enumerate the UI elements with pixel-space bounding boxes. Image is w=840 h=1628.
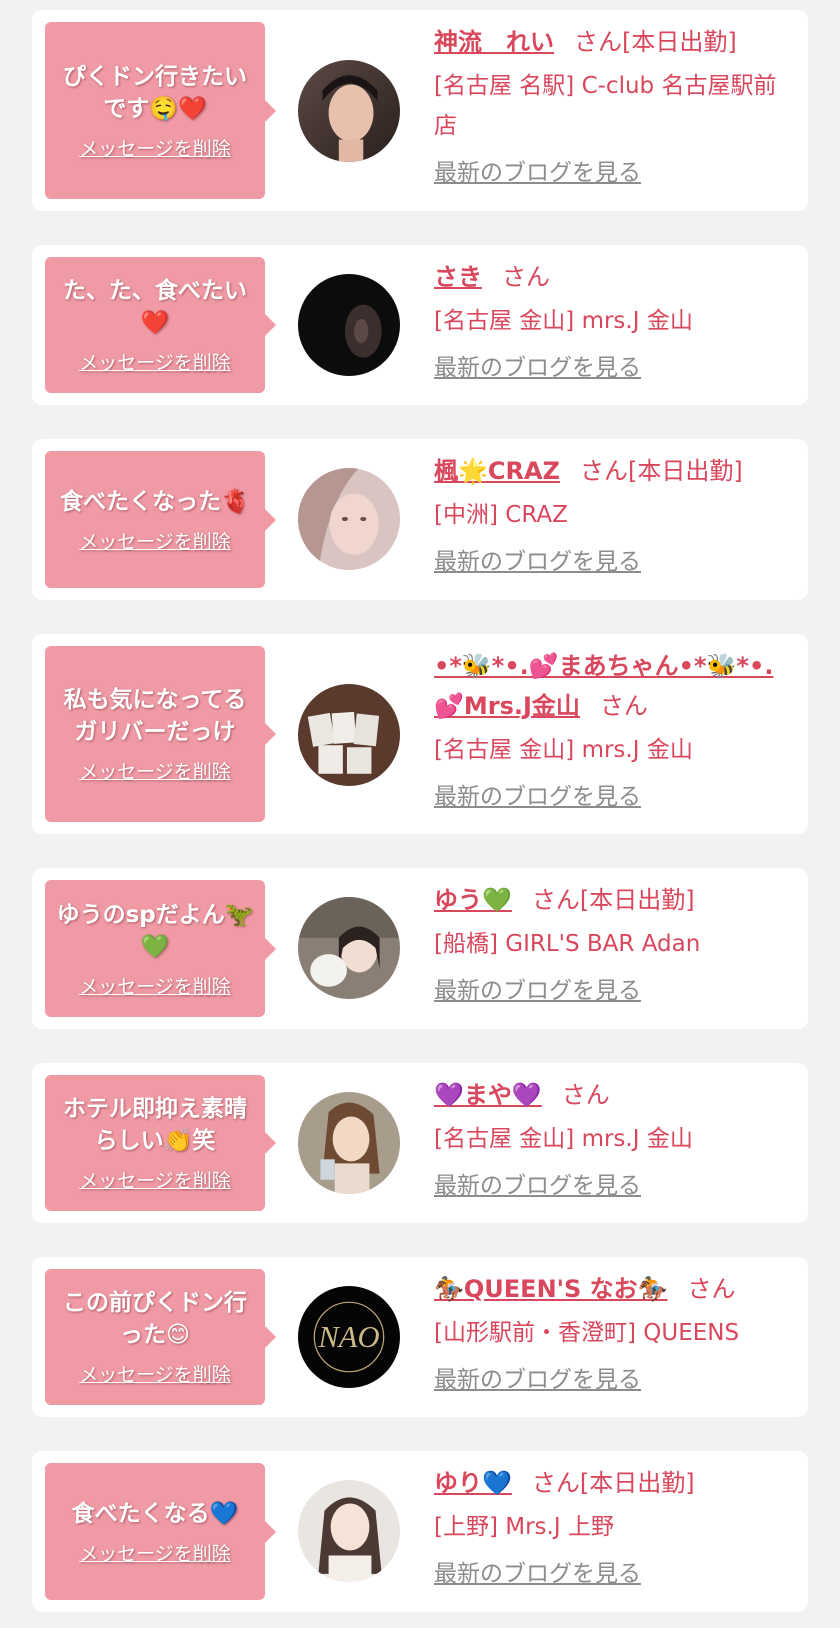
cast-name-link[interactable]: ゆり💙 — [434, 1469, 512, 1497]
message-list: ぴくドン行きたいです🤤❤️ メッセージを削除 神流 れい さん[本日出勤] [名古… — [0, 0, 840, 1628]
latest-blog-link[interactable]: 最新のブログを見る — [434, 1557, 641, 1591]
message-bubble: ホテル即抑え素晴らしい👏笑 メッセージを削除 — [45, 1075, 276, 1211]
avatar-photo — [298, 1092, 400, 1194]
message-text: この前ぴくドン行った😊 — [63, 1290, 247, 1348]
nao-logo-text: NAO — [317, 1320, 379, 1354]
cast-name-link[interactable]: さき — [434, 263, 482, 291]
message-card: ぴくドン行きたいです🤤❤️ メッセージを削除 神流 れい さん[本日出勤] [名古… — [32, 10, 808, 211]
avatar[interactable] — [298, 684, 400, 786]
avatar-photo — [298, 684, 400, 786]
avatar-photo — [298, 1480, 400, 1582]
delete-message-link[interactable]: メッセージを削除 — [79, 1169, 231, 1193]
shop-info: [中洲] CRAZ — [434, 502, 568, 528]
latest-blog-link[interactable]: 最新のブログを見る — [434, 1169, 641, 1203]
honorific: さん — [531, 1469, 580, 1497]
message-card: 食べたくなった🫀 メッセージを削除 楓🌟CRAZ さん[本日出勤] [中洲] CR… — [32, 439, 808, 600]
message-bubble: ゆうのspだよん🦖💚 メッセージを削除 — [45, 880, 276, 1017]
message-bubble: 食べたくなった🫀 メッセージを削除 — [45, 451, 276, 588]
message-bubble: ぴくドン行きたいです🤤❤️ メッセージを削除 — [45, 22, 276, 199]
message-text: 私も気になってるガリバーだっけ — [63, 687, 247, 745]
cast-info: 神流 れい さん[本日出勤] [名古屋 名駅] C-club 名古屋駅前店 最新の… — [434, 22, 788, 190]
message-card: 食べたくなる💙 メッセージを削除 ゆり💙 さん[本日出勤] [上野] Mrs.J … — [32, 1451, 808, 1612]
shop-info: [名古屋 名駅] C-club 名古屋駅前店 — [434, 73, 777, 139]
honorific: さん — [561, 1081, 610, 1109]
shop-info: [船橋] GIRL'S BAR Adan — [434, 931, 701, 957]
latest-blog-link[interactable]: 最新のブログを見る — [434, 351, 641, 385]
delete-message-link[interactable]: メッセージを削除 — [79, 137, 231, 161]
message-card: 私も気になってるガリバーだっけ メッセージを削除 •*🐝*•.💕まあちゃん•*🐝… — [32, 634, 808, 834]
message-text: ゆうのspだよん🦖💚 — [56, 901, 254, 960]
honorific: さん — [502, 263, 550, 291]
latest-blog-link[interactable]: 最新のブログを見る — [434, 780, 641, 814]
cast-name-link[interactable]: 🏇QUEEN'S なお🏇 — [434, 1275, 668, 1303]
message-text: 食べたくなる💙 — [71, 1500, 239, 1527]
delete-message-link[interactable]: メッセージを削除 — [79, 530, 231, 554]
delete-message-link[interactable]: メッセージを削除 — [79, 351, 231, 375]
message-card: ゆうのspだよん🦖💚 メッセージを削除 ゆう💚 さん[本日出勤] [船橋] GIR… — [32, 868, 808, 1029]
message-bubble: た、た、食べたい❤️ メッセージを削除 — [45, 257, 276, 393]
message-text: 食べたくなった🫀 — [60, 488, 250, 515]
latest-blog-link[interactable]: 最新のブログを見る — [434, 974, 641, 1008]
shop-info: [名古屋 金山] mrs.J 金山 — [434, 308, 693, 334]
avatar[interactable] — [298, 274, 400, 376]
shop-info: [名古屋 金山] mrs.J 金山 — [434, 1126, 693, 1152]
avatar[interactable]: NAO — [298, 1286, 400, 1388]
message-text: た、た、食べたい❤️ — [63, 278, 247, 336]
shop-info: [山形駅前・香澄町] QUEENS — [434, 1320, 740, 1346]
delete-message-link[interactable]: メッセージを削除 — [79, 1542, 231, 1566]
message-card: た、た、食べたい❤️ メッセージを削除 さき さん [名古屋 金山] mrs.J … — [32, 245, 808, 405]
avatar[interactable] — [298, 468, 400, 570]
honorific: さん — [687, 1275, 736, 1303]
honorific: さん — [531, 886, 580, 914]
work-status: [本日出勤] — [579, 1469, 695, 1497]
message-text: ホテル即抑え素晴らしい👏笑 — [63, 1096, 247, 1154]
avatar-photo — [298, 274, 400, 376]
honorific: さん — [599, 692, 648, 720]
latest-blog-link[interactable]: 最新のブログを見る — [434, 1363, 641, 1397]
cast-info: •*🐝*•.💕まあちゃん•*🐝*•.💕Mrs.J金山 さん [名古屋 金山] mr… — [434, 646, 788, 814]
cast-name-link[interactable]: ゆう💚 — [434, 886, 512, 914]
avatar-photo — [298, 60, 400, 162]
delete-message-link[interactable]: メッセージを削除 — [79, 760, 231, 784]
avatar[interactable] — [298, 897, 400, 999]
cast-info: 💜まや💜 さん [名古屋 金山] mrs.J 金山 最新のブログを見る — [434, 1075, 788, 1203]
nao-logo: NAO — [298, 1286, 400, 1388]
avatar[interactable] — [298, 1092, 400, 1194]
cast-info: さき さん [名古屋 金山] mrs.J 金山 最新のブログを見る — [434, 257, 788, 385]
cast-name-link[interactable]: 💜まや💜 — [434, 1081, 542, 1109]
work-status: [本日出勤] — [627, 457, 743, 485]
delete-message-link[interactable]: メッセージを削除 — [79, 1363, 231, 1387]
cast-name-link[interactable]: 楓🌟CRAZ — [434, 457, 560, 485]
shop-info: [上野] Mrs.J 上野 — [434, 1514, 614, 1540]
message-bubble: 食べたくなる💙 メッセージを削除 — [45, 1463, 276, 1600]
message-bubble: この前ぴくドン行った😊 メッセージを削除 — [45, 1269, 276, 1405]
honorific: さん — [579, 457, 628, 485]
delete-message-link[interactable]: メッセージを削除 — [79, 975, 231, 999]
avatar[interactable] — [298, 60, 400, 162]
latest-blog-link[interactable]: 最新のブログを見る — [434, 156, 641, 190]
cast-info: 🏇QUEEN'S なお🏇 さん [山形駅前・香澄町] QUEENS 最新のブログを… — [434, 1269, 788, 1397]
work-status: [本日出勤] — [622, 28, 737, 56]
message-card: ホテル即抑え素晴らしい👏笑 メッセージを削除 💜まや💜 さん [名古屋 金山] m… — [32, 1063, 808, 1223]
honorific: さん — [574, 28, 622, 56]
avatar-photo — [298, 468, 400, 570]
shop-info: [名古屋 金山] mrs.J 金山 — [434, 737, 693, 763]
latest-blog-link[interactable]: 最新のブログを見る — [434, 545, 641, 579]
avatar-photo — [298, 897, 400, 999]
cast-info: ゆり💙 さん[本日出勤] [上野] Mrs.J 上野 最新のブログを見る — [434, 1463, 788, 1591]
work-status: [本日出勤] — [579, 886, 695, 914]
message-bubble: 私も気になってるガリバーだっけ メッセージを削除 — [45, 646, 276, 822]
message-card: この前ぴくドン行った😊 メッセージを削除 NAO 🏇QUEEN'S なお🏇 さん … — [32, 1257, 808, 1417]
cast-info: ゆう💚 さん[本日出勤] [船橋] GIRL'S BAR Adan 最新のブログを… — [434, 880, 788, 1008]
message-text: ぴくドン行きたいです🤤❤️ — [63, 63, 247, 122]
cast-name-link[interactable]: 神流 れい — [434, 28, 554, 56]
cast-info: 楓🌟CRAZ さん[本日出勤] [中洲] CRAZ 最新のブログを見る — [434, 451, 788, 579]
avatar[interactable] — [298, 1480, 400, 1582]
